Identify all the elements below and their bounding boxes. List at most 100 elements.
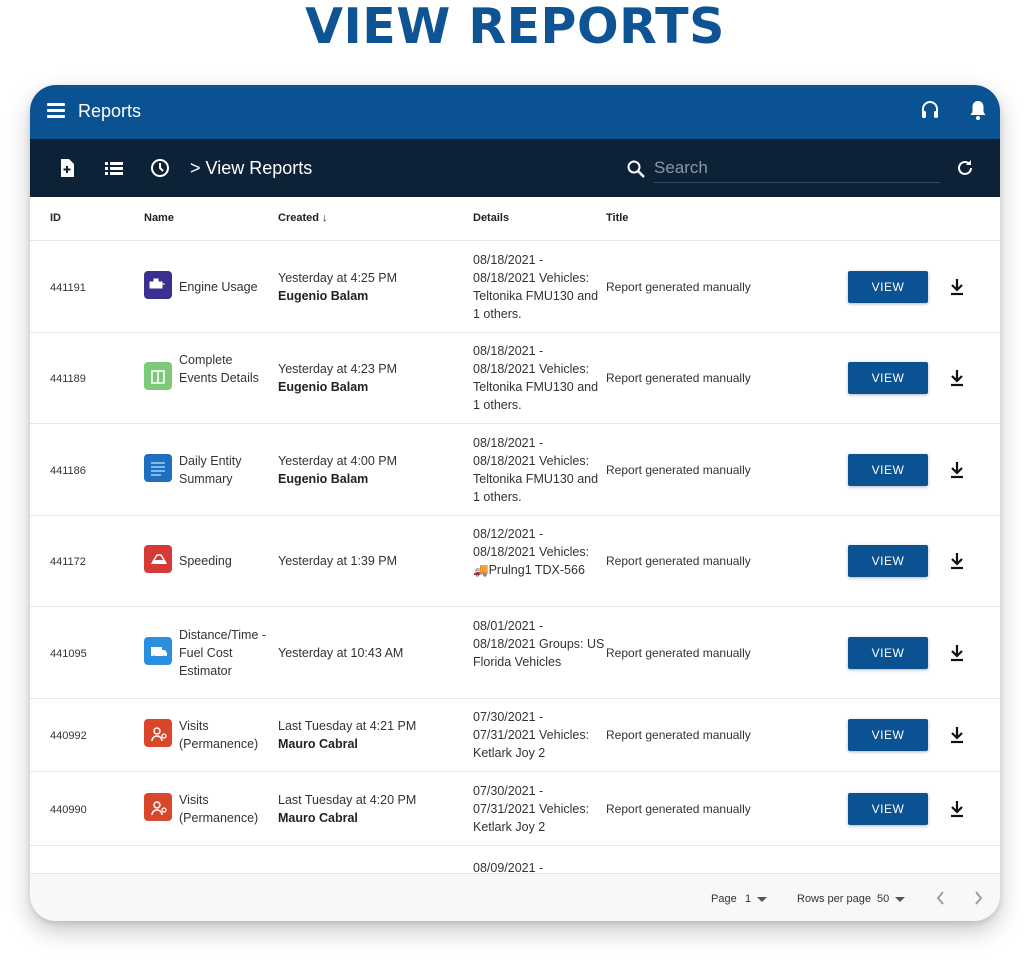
table-row: 441095 Distance/Time - Fuel Cost Estimato…	[30, 607, 1000, 699]
row-created: Last Tuesday at 4:20 PM Mauro Cabral	[278, 791, 468, 827]
row-created: Yesterday at 1:39 PM	[278, 552, 468, 570]
created-by: Eugenio Balam	[278, 380, 369, 395]
download-icon[interactable]	[948, 643, 966, 663]
breadcrumb[interactable]: > View Reports	[190, 158, 312, 178]
refresh-icon[interactable]	[955, 158, 975, 178]
header-created[interactable]: Created ↓	[278, 212, 328, 224]
app-title: Reports	[78, 101, 142, 121]
daily-summary-icon	[144, 453, 172, 482]
created-time: Yesterday at 4:23 PM	[278, 362, 398, 377]
header-id[interactable]: ID	[50, 212, 61, 224]
page-label: Page	[711, 893, 737, 905]
search-icon[interactable]	[626, 159, 646, 179]
row-title: Report generated manually	[606, 801, 751, 816]
page-select[interactable]: 1	[745, 892, 768, 906]
created-time: Yesterday at 4:25 PM	[278, 270, 398, 285]
pagination-footer: Page 1 Rows per page 50	[30, 873, 1000, 921]
view-button[interactable]: VIEW	[848, 270, 928, 303]
page-hero-title: VIEW REPORTS	[305, 0, 725, 55]
row-id: 441191	[50, 281, 86, 294]
app-bar: Reports	[30, 85, 1000, 139]
row-name[interactable]: Engine Usage	[179, 278, 271, 296]
download-icon[interactable]	[948, 277, 966, 297]
page-value: 1	[745, 893, 752, 905]
row-title: Report generated manually	[606, 645, 751, 660]
row-details: 07/30/2021 - 07/31/2021 Vehicles: Ketlar…	[473, 783, 590, 834]
row-id: 440990	[50, 803, 87, 816]
created-by: Mauro Cabral	[278, 810, 358, 825]
row-details: 08/01/2021 - 08/18/2021 Groups: US Flori…	[473, 618, 605, 669]
download-icon[interactable]	[948, 368, 966, 388]
engine-usage-icon	[144, 270, 172, 299]
header-details[interactable]: Details	[473, 212, 509, 224]
next-page-icon[interactable]	[971, 889, 985, 907]
view-button[interactable]: VIEW	[848, 453, 928, 486]
table-row: 440992 Visits (Permanence) Last Tuesday at…	[30, 698, 1000, 772]
visits-icon	[144, 792, 172, 821]
view-button[interactable]: VIEW	[848, 362, 928, 395]
visits-icon	[144, 719, 172, 748]
reports-toolbar: > View Reports	[30, 139, 1000, 197]
row-details: 08/12/2021 - 08/18/2021 Vehicles: 🚚Pruln…	[473, 527, 590, 578]
row-details: 08/18/2021 - 08/18/2021 Vehicles: Telton…	[473, 435, 599, 504]
row-details: 08/18/2021 - 08/18/2021 Vehicles: Telton…	[473, 344, 599, 413]
view-button[interactable]: VIEW	[848, 636, 928, 669]
view-button[interactable]: VIEW	[848, 792, 928, 825]
download-icon[interactable]	[948, 460, 966, 480]
row-title: Report generated manually	[606, 279, 751, 294]
view-button[interactable]: VIEW	[848, 719, 928, 752]
list-icon[interactable]	[104, 158, 124, 178]
created-by: Eugenio Balam	[278, 471, 369, 486]
created-time: Yesterday at 1:39 PM	[278, 554, 398, 569]
row-id: 440992	[50, 730, 87, 743]
row-id: 441189	[50, 373, 86, 386]
bell-icon[interactable]	[968, 99, 988, 121]
clock-icon[interactable]	[150, 158, 170, 178]
row-id: 441186	[50, 464, 86, 477]
created-by: Mauro Cabral	[278, 737, 358, 752]
row-details: 08/18/2021 - 08/18/2021 Vehicles: Telton…	[473, 252, 599, 321]
table-header: ID Name Created ↓ Details Title	[30, 197, 1000, 241]
table-row: 441191 Engine Usage Yesterday at 4:25 PM Eu…	[30, 241, 1000, 333]
row-name[interactable]: Visits (Permanence)	[179, 717, 271, 753]
row-name[interactable]: Distance/Time - Fuel Cost Estimator	[179, 626, 271, 680]
row-title: Report generated manually	[606, 371, 751, 386]
header-name[interactable]: Name	[144, 212, 174, 224]
search-input[interactable]	[654, 153, 940, 183]
row-created: Yesterday at 4:23 PM Eugenio Balam	[278, 360, 468, 396]
table-row: 440990 Visits (Permanence) Last Tuesday at…	[30, 772, 1000, 846]
chevron-down-icon	[757, 896, 768, 902]
header-title[interactable]: Title	[606, 212, 628, 224]
row-name[interactable]: Visits (Permanence)	[179, 791, 271, 827]
reports-table: ID Name Created ↓ Details Title 441191 En…	[30, 197, 1000, 873]
row-details: 08/09/2021 -	[473, 860, 544, 874]
menu-icon[interactable]	[47, 103, 65, 118]
created-time: Yesterday at 10:43 AM	[278, 645, 404, 660]
table-row: 441172 Speeding Yesterday at 1:39 PM 08/12/…	[30, 515, 1000, 607]
fuel-cost-icon	[144, 636, 172, 665]
view-button[interactable]: VIEW	[848, 545, 928, 578]
headset-icon[interactable]	[920, 100, 940, 120]
table-row: 441186 Daily Entity Summary Yesterday at 4…	[30, 424, 1000, 516]
rows-per-page-value: 50	[877, 893, 890, 905]
row-title: Report generated manually	[606, 554, 751, 569]
row-title: Report generated manually	[606, 728, 751, 743]
complete-events-icon	[144, 362, 172, 391]
row-name[interactable]: Daily Entity Summary	[179, 452, 271, 488]
download-icon[interactable]	[948, 551, 966, 571]
prev-page-icon[interactable]	[934, 889, 948, 907]
table-row: 441189 Complete Events Details Yesterday a…	[30, 332, 1000, 424]
row-title: Report generated manually	[606, 462, 751, 477]
chevron-down-icon	[895, 896, 906, 902]
rows-per-page-select[interactable]: 50	[877, 892, 906, 906]
speeding-icon	[144, 545, 172, 574]
row-created: Yesterday at 4:00 PM Eugenio Balam	[278, 452, 468, 488]
download-icon[interactable]	[948, 725, 966, 745]
row-name[interactable]: Complete Events Details	[179, 351, 271, 387]
download-icon[interactable]	[948, 799, 966, 819]
created-by: Eugenio Balam	[278, 288, 369, 303]
new-report-icon[interactable]	[57, 158, 77, 178]
row-name[interactable]: Speeding	[179, 552, 271, 570]
created-time: Yesterday at 4:00 PM	[278, 453, 398, 468]
created-time: Last Tuesday at 4:21 PM	[278, 719, 417, 734]
